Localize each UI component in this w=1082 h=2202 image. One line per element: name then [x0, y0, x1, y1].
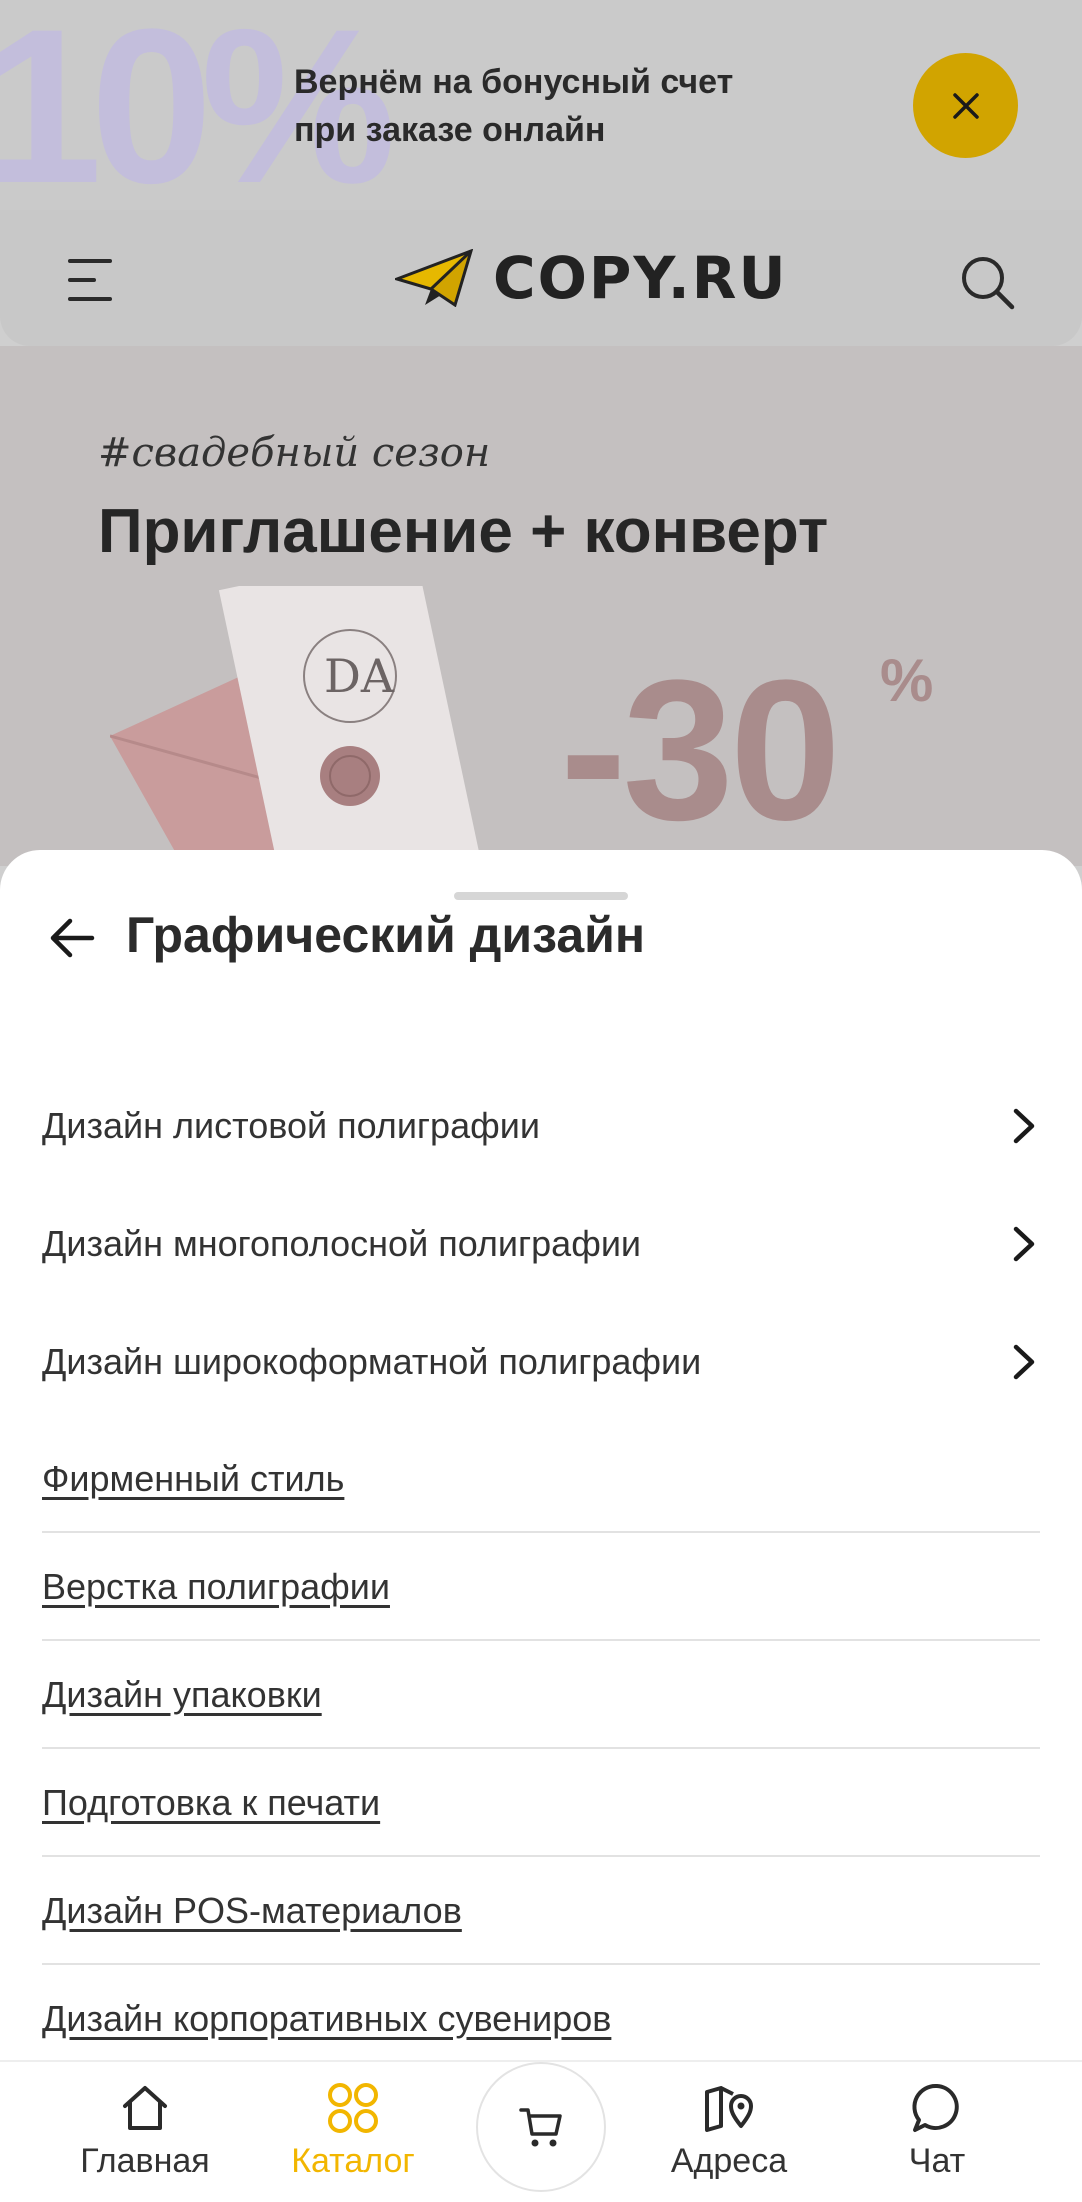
nav-catalog[interactable]: Каталог — [268, 2080, 438, 2181]
arrow-left-icon — [50, 918, 95, 958]
catalog-sheet: Графический дизайн Дизайн листовой полиг… — [0, 850, 1082, 2202]
link-item[interactable]: Дизайн корпоративных сувениров — [42, 1966, 1040, 2073]
link-label[interactable]: Дизайн POS-материалов — [42, 1890, 462, 1932]
cart-icon — [519, 2108, 562, 2147]
hamburger-icon — [68, 259, 112, 263]
promo-close-button[interactable] — [913, 53, 1018, 158]
map-pin-icon — [705, 2086, 753, 2132]
nav-addresses[interactable]: Адреса — [644, 2080, 814, 2181]
link-label[interactable]: Фирменный стиль — [42, 1458, 344, 1500]
hero-percent: % — [880, 647, 934, 714]
promo-line-1: Вернём на бонусный счет — [294, 63, 734, 101]
sheet-grabber[interactable] — [454, 892, 628, 900]
submenu-label: Дизайн листовой полиграфии — [42, 1105, 540, 1146]
nav-catalog-label: Каталог — [291, 2142, 415, 2180]
link-item[interactable]: Подготовка к печати — [42, 1750, 1040, 1857]
logo[interactable]: COPY.RU — [395, 242, 788, 314]
nav-home[interactable]: Главная — [60, 2080, 230, 2181]
submenu-label: Дизайн многополосной полиграфии — [42, 1223, 642, 1264]
search-button[interactable] — [957, 252, 1017, 312]
search-icon — [962, 257, 1015, 310]
chat-bubble-icon — [912, 2083, 959, 2132]
nav-chat[interactable]: Чат — [852, 2080, 1022, 2181]
back-button[interactable] — [46, 912, 98, 964]
submenu-item[interactable]: Дизайн многополосной полиграфии — [42, 1196, 1040, 1292]
hero-tag: #свадебный сезон — [98, 430, 491, 476]
submenu-item[interactable]: Дизайн листовой полиграфии — [42, 1078, 1040, 1174]
nav-home-label: Главная — [80, 2142, 210, 2180]
submenu-item[interactable]: Дизайн широкоформатной полиграфии — [42, 1314, 1040, 1410]
link-label[interactable]: Дизайн упаковки — [42, 1674, 322, 1716]
cart-button[interactable] — [476, 2062, 606, 2192]
submenu-label: Дизайн широкоформатной полиграфии — [42, 1341, 702, 1382]
top-header: COPY.RU — [0, 210, 1082, 346]
close-icon — [952, 92, 979, 119]
nav-chat-label: Чат — [908, 2142, 966, 2180]
hero-title: Приглашение + конверт — [98, 497, 829, 566]
invitation-envelope-image: DA — [110, 586, 482, 866]
hero-discount: -30 — [560, 639, 841, 862]
chevron-right-icon — [1013, 1108, 1035, 1144]
menu-button[interactable] — [68, 255, 118, 305]
link-label[interactable]: Верстка полиграфии — [42, 1566, 390, 1608]
home-icon — [123, 2086, 167, 2130]
chevron-right-icon — [1013, 1226, 1035, 1262]
link-label[interactable]: Дизайн корпоративных сувениров — [42, 1998, 611, 2040]
paper-plane-icon — [395, 249, 473, 307]
link-item[interactable]: Фирменный стиль — [42, 1426, 1040, 1533]
catalog-grid-icon — [328, 2083, 378, 2133]
promo-text: Вернём на бонусный счет при заказе онлай… — [294, 58, 733, 154]
link-label[interactable]: Подготовка к печати — [42, 1782, 380, 1824]
bottom-nav: Главная Каталог Адреса Чат — [0, 2060, 1082, 2202]
monogram: DA — [324, 649, 395, 703]
sheet-title: Графический дизайн — [126, 907, 646, 963]
link-item[interactable]: Верстка полиграфии — [42, 1534, 1040, 1641]
nav-addresses-label: Адреса — [670, 2142, 788, 2180]
link-item[interactable]: Дизайн упаковки — [42, 1642, 1040, 1749]
promo-line-2: при заказе онлайн — [294, 111, 606, 149]
promo-banner[interactable]: 10% Вернём на бонусный счет при заказе о… — [0, 0, 1082, 210]
logo-text: COPY.RU — [493, 244, 788, 312]
hero-banner[interactable]: #свадебный сезон Приглашение + конверт D… — [0, 346, 1082, 866]
chevron-right-icon — [1013, 1344, 1035, 1380]
link-item[interactable]: Дизайн POS-материалов — [42, 1858, 1040, 1965]
